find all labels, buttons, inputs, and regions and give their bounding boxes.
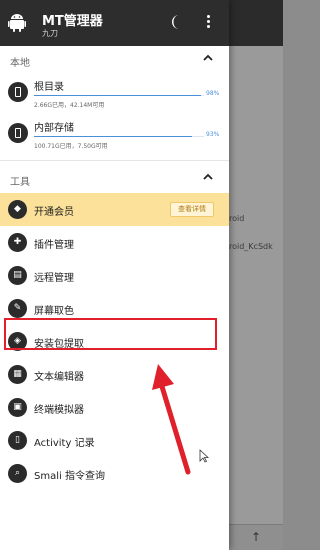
arrow-up-icon[interactable]: ↑ bbox=[251, 530, 261, 544]
section-local[interactable]: 本地 bbox=[0, 46, 229, 74]
text-file-icon: ▦ bbox=[8, 365, 27, 384]
app-subtitle: 九刀 bbox=[42, 29, 58, 38]
chevron-up-icon[interactable] bbox=[202, 52, 214, 64]
chevron-up-icon[interactable] bbox=[202, 171, 214, 183]
storage-info: 100.71G已用，7.50G可用 bbox=[34, 143, 108, 150]
menu-item-label: 文本编辑器 bbox=[34, 372, 84, 383]
storage-progress bbox=[34, 136, 204, 137]
sd-card-icon bbox=[8, 123, 28, 143]
mouse-cursor-icon bbox=[199, 449, 209, 463]
diamond-icon: ◆ bbox=[8, 200, 27, 219]
phone-icon: ▯ bbox=[8, 431, 27, 450]
menu-item-remote[interactable]: ▤ 远程管理 bbox=[0, 259, 229, 292]
puzzle-icon: ✚ bbox=[8, 233, 27, 252]
terminal-icon: ▣ bbox=[8, 398, 27, 417]
background-file-label: roid bbox=[229, 214, 245, 223]
app-title: MT管理器 bbox=[42, 14, 103, 29]
section-local-label: 本地 bbox=[10, 58, 30, 69]
menu-item-label: 开通会员 bbox=[34, 207, 74, 218]
view-details-button[interactable]: 查看详情 bbox=[170, 202, 214, 217]
menu-item-label: 终端模拟器 bbox=[34, 405, 84, 416]
drawer-header: MT管理器 九刀 bbox=[0, 0, 229, 46]
menu-item-plugins[interactable]: ✚ 插件管理 bbox=[0, 226, 229, 259]
eyedropper-icon: ✎ bbox=[8, 299, 27, 318]
annotation-arrow-icon bbox=[152, 364, 191, 475]
storage-name: 根目录 bbox=[34, 82, 64, 93]
storage-item-internal[interactable]: 内部存储 93% 100.71G已用，7.50G可用 bbox=[0, 115, 229, 156]
storage-percent: 93% bbox=[206, 131, 220, 138]
storage-item-root[interactable]: 根目录 98% 2.66G已用，42.14M可用 bbox=[0, 74, 229, 115]
moon-icon[interactable] bbox=[170, 14, 184, 30]
storage-progress bbox=[34, 95, 204, 96]
menu-item-label: 屏幕取色 bbox=[34, 306, 74, 317]
menu-item-label: Smali 指令查询 bbox=[34, 471, 105, 482]
background-file-label: roid_KcSdk bbox=[229, 242, 273, 251]
storage-name: 内部存储 bbox=[34, 123, 74, 134]
menu-item-label: 远程管理 bbox=[34, 273, 74, 284]
section-tools[interactable]: 工具 bbox=[0, 165, 229, 193]
storage-info: 2.66G已用，42.14M可用 bbox=[34, 102, 105, 109]
section-tools-label: 工具 bbox=[10, 177, 30, 188]
annotation-highlight-box bbox=[4, 318, 217, 350]
android-icon bbox=[8, 14, 26, 32]
phone-icon bbox=[8, 82, 28, 102]
search-icon: ⌕ bbox=[8, 464, 27, 483]
storage-percent: 98% bbox=[206, 90, 220, 97]
menu-item-label: 插件管理 bbox=[34, 240, 74, 251]
more-vert-icon[interactable] bbox=[205, 15, 211, 31]
menu-item-vip[interactable]: ◆ 开通会员 查看详情 bbox=[0, 193, 229, 226]
section-divider bbox=[0, 160, 229, 161]
document-icon: ▤ bbox=[8, 266, 27, 285]
menu-item-label: Activity 记录 bbox=[34, 438, 95, 449]
